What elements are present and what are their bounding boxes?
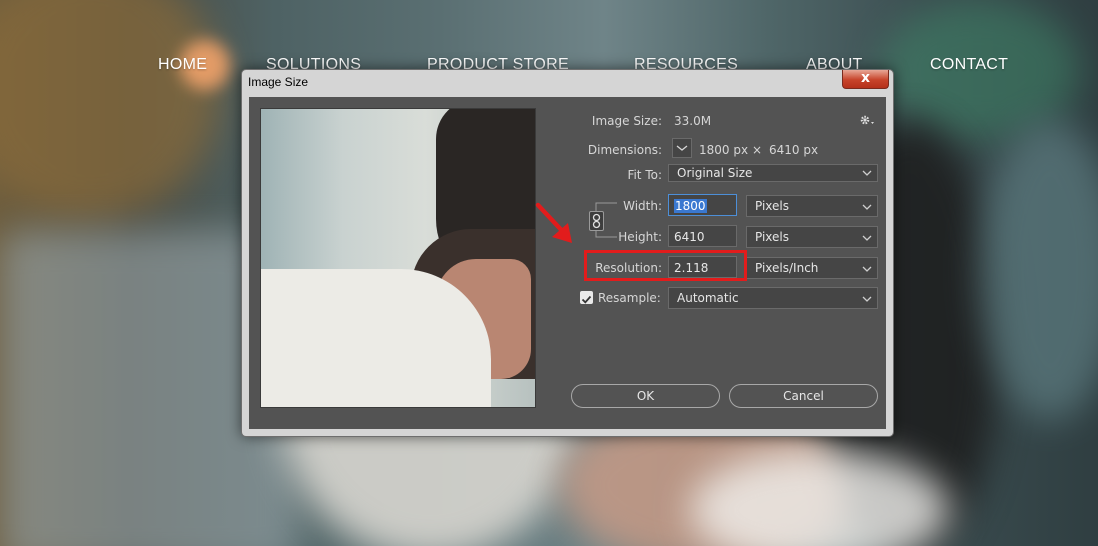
width-label: Width: (623, 199, 662, 213)
resample-checkbox[interactable] (580, 291, 593, 304)
nav-contact[interactable]: CONTACT (930, 56, 1008, 74)
close-icon: x (860, 70, 871, 86)
image-preview[interactable] (260, 108, 536, 408)
resolution-highlight-box (584, 250, 747, 281)
image-size-label: Image Size: (591, 114, 662, 128)
ok-button[interactable]: OK (571, 384, 720, 408)
resample-value: Automatic (677, 291, 739, 305)
gear-icon[interactable] (859, 112, 877, 131)
dimensions-label: Dimensions: (587, 143, 662, 157)
dimensions-width: 1800 px (699, 143, 749, 157)
link-icon[interactable] (589, 211, 604, 231)
dialog-titlebar[interactable]: Image Size x (242, 70, 893, 96)
image-size-dialog: Image Size x Image Size: 33.0M Dimension… (241, 69, 894, 437)
dimensions-dropdown[interactable] (672, 138, 692, 158)
dimensions-height: 6410 px (769, 143, 819, 157)
chevron-down-icon (862, 235, 872, 241)
chevron-down-icon (862, 170, 872, 176)
width-unit: Pixels (755, 199, 790, 213)
height-label: Height: (618, 230, 662, 244)
bg-shape (0, 0, 220, 220)
chevron-down-icon (862, 266, 872, 272)
width-unit-dropdown[interactable]: Pixels (746, 195, 878, 217)
resolution-unit-dropdown[interactable]: Pixels/Inch (746, 257, 878, 279)
chevron-down-icon (676, 145, 688, 151)
checkmark-icon (581, 295, 592, 304)
height-input[interactable]: 6410 (668, 225, 737, 247)
resample-dropdown[interactable]: Automatic (668, 287, 878, 309)
red-arrow-icon (535, 202, 572, 243)
dialog-title: Image Size (248, 75, 309, 89)
resample-label: Resample: (598, 291, 661, 305)
dimensions-times: × (752, 143, 763, 157)
height-value: 6410 (674, 230, 705, 244)
height-unit-dropdown[interactable]: Pixels (746, 226, 878, 248)
cancel-button[interactable]: Cancel (729, 384, 878, 408)
close-button[interactable]: x (842, 70, 889, 89)
height-unit: Pixels (755, 230, 790, 244)
nav-home[interactable]: HOME (158, 56, 207, 74)
width-input[interactable]: 1800 (668, 194, 737, 216)
dialog-content: Image Size: 33.0M Dimensions: 1800 px × … (249, 97, 886, 429)
resolution-unit: Pixels/Inch (755, 261, 819, 275)
fit-to-label: Fit To: (627, 168, 662, 182)
preview-shirt (261, 269, 491, 407)
chevron-down-icon (862, 204, 872, 210)
fit-to-value: Original Size (677, 166, 753, 180)
chevron-down-icon (862, 296, 872, 302)
width-value: 1800 (674, 199, 707, 213)
image-size-value: 33.0M (674, 114, 712, 128)
fit-to-dropdown[interactable]: Original Size (668, 164, 878, 182)
